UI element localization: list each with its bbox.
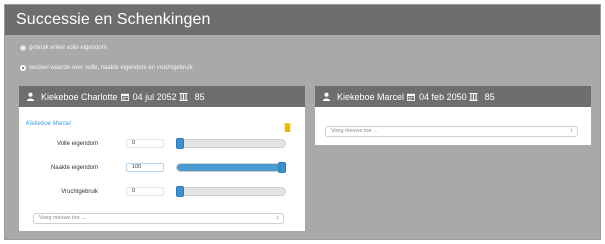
row-label-naakte: Naakte eigendom [50,165,98,171]
tombstone-icon [469,92,478,101]
naakte-eigendom-input[interactable]: 100 [126,163,164,172]
card-header: Kiekeboe Marcel 04 feb 2050 85 [315,86,591,107]
app-window: Successie en Schenkingen gebruik enkel v… [4,4,601,240]
select-caret-icon: ↕ [276,215,279,221]
beneficiary-link[interactable]: Kiekeboe Marcel [26,121,71,127]
heir-date: 04 jul 2052 [132,91,177,102]
top-bar: Successie en Schenkingen [5,5,600,35]
radio-button-selected[interactable] [20,65,26,71]
radio-button[interactable] [20,45,26,51]
slider-handle[interactable] [176,138,184,149]
row-label-vrucht: Vruchtgebruik [61,189,98,195]
slider-handle[interactable] [278,162,286,173]
calendar-icon [120,93,129,101]
trash-icon[interactable] [284,119,291,137]
add-beneficiary-select[interactable]: Voeg nieuwe toe ... ↕ [33,213,284,224]
vruchtgebruik-input[interactable]: 0 [126,187,164,196]
add-beneficiary-select[interactable]: Voeg nieuwe toe ... ↕ [325,126,578,137]
option-label: verdeel waarde over volle, naakte eigend… [29,65,193,71]
heir-name: Kiekeboe Marcel [337,91,405,102]
heir-card-marcel: Kiekeboe Marcel 04 feb 2050 85 Voeg nieu… [315,86,591,145]
user-icon [26,92,35,101]
calendar-icon [407,93,416,101]
option-split-value[interactable]: verdeel waarde over volle, naakte eigend… [20,65,193,71]
select-placeholder: Voeg nieuwe toe ... [331,128,378,134]
heir-number: 85 [484,91,495,102]
card-header: Kiekeboe Charlotte 04 jul 2052 85 [19,86,305,107]
heir-number: 85 [194,91,205,102]
option-full-ownership[interactable]: gebruik enkel volle eigendom [20,45,107,51]
vruchtgebruik-slider[interactable] [176,186,286,197]
heir-card-charlotte: Kiekeboe Charlotte 04 jul 2052 85 Kiekeb… [19,86,305,231]
naakte-eigendom-slider[interactable] [176,162,286,173]
tombstone-icon [179,92,188,101]
row-label-volle: Volle eigendom [56,141,98,147]
select-caret-icon: ↕ [570,128,573,134]
select-placeholder: Voeg nieuwe toe ... [39,215,86,221]
heir-date: 04 feb 2050 [419,91,467,102]
slider-handle[interactable] [176,186,184,197]
volle-eigendom-input[interactable]: 0 [126,139,164,148]
option-label: gebruik enkel volle eigendom [29,45,107,51]
user-icon [322,92,331,101]
page-title: Successie en Schenkingen [16,11,211,28]
heir-name: Kiekeboe Charlotte [41,91,118,102]
volle-eigendom-slider[interactable] [176,138,286,149]
slider-fill [177,164,285,171]
